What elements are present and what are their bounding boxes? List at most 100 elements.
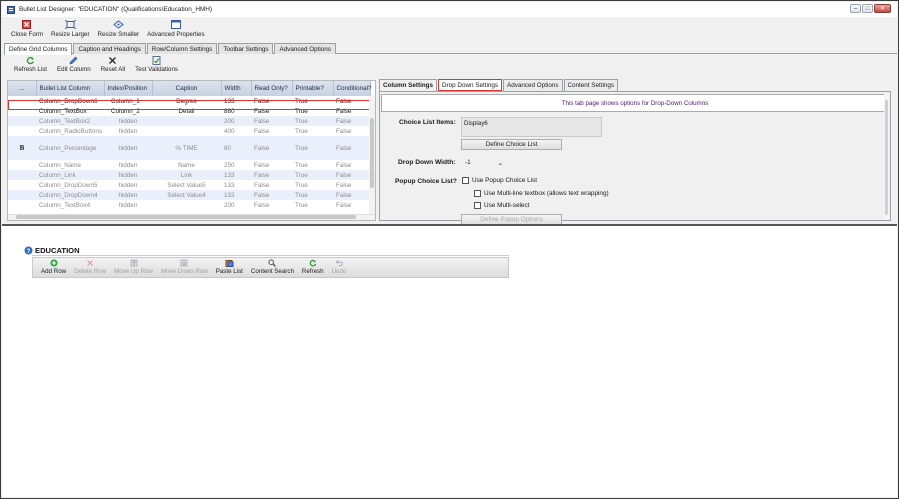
reset-all-label: Reset All [100,66,126,73]
checkbox-box[interactable] [474,202,481,209]
cell-printable: True [292,170,333,180]
content-search-button[interactable]: Content Search [247,258,298,275]
use-popup-label: Use Popup Choice List [472,177,538,184]
row-marker: B [8,136,36,160]
cell-read-only: False [254,201,270,209]
cell-conditional: False [336,161,352,169]
tab-column-settings[interactable]: Column Settings [379,79,438,91]
table-row[interactable]: Column_RadioButtons hidden 400 False Tru… [8,126,370,136]
cell-conditional: False [336,201,352,209]
test-validations-icon [152,56,161,65]
cell-column: Column_Link [36,170,104,180]
cell-caption [152,126,221,136]
tab-row-column-settings[interactable]: Row/Column Settings [146,43,218,54]
cell-index: hidden [104,170,152,180]
resize-smaller-button[interactable]: Resize Smaller [95,18,143,38]
maximize-button[interactable]: □ [862,4,873,13]
checkbox-box[interactable] [474,190,481,197]
cell-index: hidden [104,190,152,200]
panel-scroll-thumb[interactable] [885,100,888,215]
drop-down-width-value: -1 [465,159,471,166]
test-validations-button[interactable]: Test Validations [131,55,182,76]
cell-caption: Link [152,170,221,180]
advanced-properties-label: Advanced Properties [147,31,205,38]
tab-define-grid-columns[interactable]: Define Grid Columns [4,43,73,55]
drop-down-width-select[interactable]: -1 ⌄ [462,158,506,167]
grid-header-column[interactable]: Bullet List Column [36,81,105,96]
main-toolbar: Close Form Resize Larger Resize Smaller … [2,18,897,42]
close-button[interactable]: ✕ [874,4,891,13]
cell-column: Column_Name [39,161,81,169]
use-multiselect-checkbox[interactable]: Use Multi-select [474,202,529,209]
tab-detail-advanced-options[interactable]: Advanced Options [503,79,563,91]
cell-conditional: False [336,127,352,135]
panel-vertical-scrollbar[interactable] [884,94,889,220]
grid-header-marker[interactable]: ... [8,81,37,96]
tab-drop-down-settings[interactable]: Drop Down Settings [438,79,503,91]
preview-toolbar: Add Row Delete Row Move Up Row Move Down… [32,257,509,278]
chevron-down-icon: ⌄ [497,159,503,167]
undo-button[interactable]: Undo [328,258,351,275]
row-marker [8,190,36,200]
refresh-list-button[interactable]: Refresh List [10,55,51,76]
table-row[interactable]: Column_DropDown4 hidden Select Value4 13… [8,190,370,200]
content-search-label: Content Search [250,268,294,275]
edit-column-button[interactable]: Edit Column [53,55,95,76]
advanced-properties-button[interactable]: Advanced Properties [144,18,207,38]
tab-content-settings[interactable]: Content Settings [563,79,619,91]
move-down-row-label: Move Down Row [160,268,208,275]
grid-header-index[interactable]: Index/Position [104,81,153,96]
cell-index: hidden [118,181,138,189]
grid-horizontal-scroll-thumb[interactable] [16,215,356,219]
grid-header-printable[interactable]: Printable? [292,81,334,96]
cell-conditional: False [336,181,352,189]
pencil-icon [69,56,78,65]
cell-index: hidden [104,136,152,160]
use-popup-checkbox[interactable]: Use Popup Choice List [462,177,537,184]
grid-header-conditional[interactable]: Conditional? [333,81,372,96]
resize-larger-button[interactable]: Resize Larger [48,18,93,38]
detail-tabs: Column Settings Drop Down Settings Advan… [379,79,619,91]
cell-read-only: False [254,127,270,135]
grid-header-read-only[interactable]: Read Only? [251,81,293,96]
add-row-button[interactable]: Add Row [37,258,70,275]
table-row[interactable]: Column_Name hidden Name 250 False True F… [8,160,370,170]
table-row[interactable]: Column_Link hidden Link 133 False True F… [8,170,370,180]
maximize-icon: □ [865,5,870,12]
table-row[interactable]: B Column_Percentage hidden % TIME 80 Fal… [8,136,370,160]
close-form-button[interactable]: Close Form [8,18,46,38]
checkbox-box[interactable] [462,177,469,184]
minimize-button[interactable]: – [850,4,861,13]
grid-vertical-scrollbar[interactable] [369,96,375,214]
cell-width: 200 [224,201,235,209]
delete-row-button[interactable]: Delete Row [70,258,110,275]
refresh-button[interactable]: Refresh [298,258,328,275]
grid-header-row: ... Bullet List Column Index/Position Ca… [8,81,372,96]
drop-down-width-label: Drop Down Width: [398,159,456,166]
table-row[interactable]: Column_TextBox2 hidden 200 False True Fa… [8,116,370,126]
define-choice-list-button[interactable]: Define Choice List [461,139,562,150]
grid-header-caption[interactable]: Caption [152,81,222,96]
help-icon: ? [24,246,33,255]
grid-horizontal-scrollbar[interactable] [8,214,375,220]
table-row[interactable]: Column_DropDown5 hidden Select Value5 13… [8,180,370,190]
reset-all-button[interactable]: Reset All [97,55,129,76]
cell-column: Column_DropDown5 [39,181,98,189]
cell-index: hidden [118,201,138,209]
preview-divider [32,255,509,256]
table-row[interactable]: Column_TextBox4 hidden 200 False True Fa… [8,200,370,210]
choice-list-items-field[interactable]: Display6 [461,117,602,137]
minimize-icon: – [853,5,858,12]
tab-advanced-options[interactable]: Advanced Options [274,43,336,54]
tab-caption-and-headings[interactable]: Caption and Headings [73,43,146,54]
move-up-row-button[interactable]: Move Up Row [110,258,157,275]
svg-text:?: ? [27,249,31,255]
grid-vertical-scroll-thumb[interactable] [370,118,374,188]
move-down-row-button[interactable]: Move Down Row [157,258,212,275]
use-multiline-checkbox[interactable]: Use Multi-line textbox (allows text wrap… [474,190,609,197]
paste-list-button[interactable]: Paste List [212,258,247,275]
grid-header-width[interactable]: Width [221,81,252,96]
resize-smaller-label: Resize Smaller [97,31,140,38]
tab-toolbar-settings[interactable]: Toolbar Settings [218,43,274,54]
cell-index: hidden [118,161,138,169]
